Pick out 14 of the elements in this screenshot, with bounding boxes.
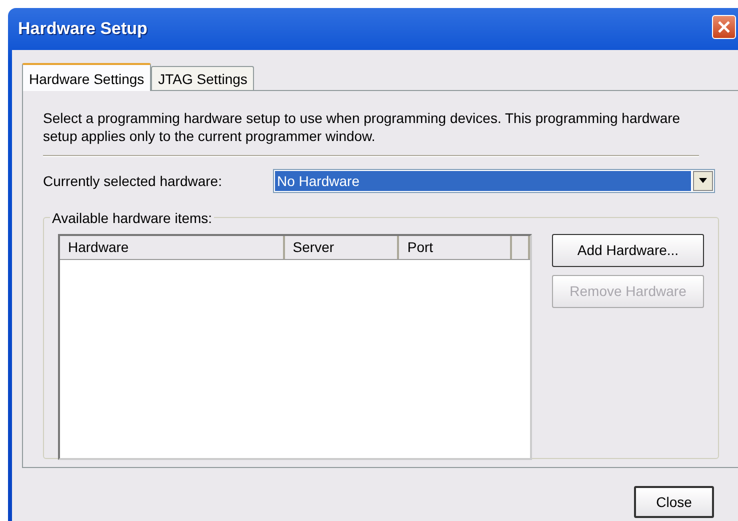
window-title: Hardware Setup <box>18 18 148 40</box>
tab[interactable]: JTAG Settings <box>151 66 254 90</box>
add-hardware-button[interactable]: Add Hardware... <box>552 234 704 267</box>
dropdown-arrow-icon <box>698 178 708 184</box>
hardware-list[interactable]: Hardware Server Port <box>58 234 532 460</box>
description-text: Select a programming hardware setup to use when programming devices. This programming hardware setup applies only to the current programmer window. <box>43 109 682 145</box>
hardware-label: Currently selected hardware: <box>43 172 223 191</box>
column-header[interactable]: Hardware <box>60 236 285 259</box>
close-icon[interactable] <box>712 15 736 39</box>
column-header[interactable]: Server <box>284 236 400 259</box>
close-button[interactable]: Close <box>634 486 714 518</box>
tab[interactable]: Hardware Settings <box>22 63 152 91</box>
column-header[interactable]: Port <box>399 236 512 259</box>
hardware-dropdown[interactable]: No Hardware <box>273 169 715 193</box>
